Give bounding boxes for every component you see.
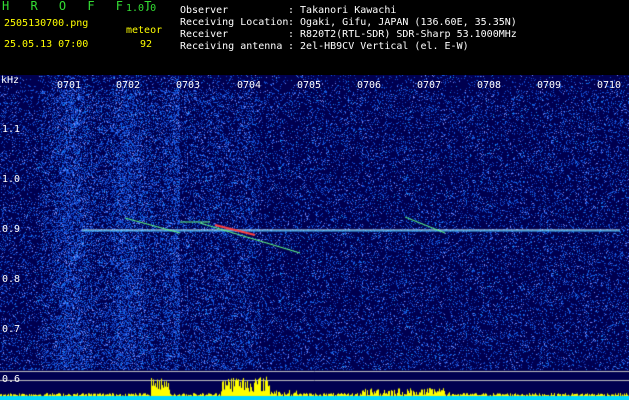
x-tick-label: 0708 — [477, 80, 502, 91]
x-tick-label: 0706 — [357, 80, 382, 91]
y-tick-label: 0.6 — [2, 374, 21, 385]
location-value: : Ogaki, Gifu, JAPAN (136.60E, 35.35N) — [288, 17, 517, 28]
x-tick-label: 0702 — [116, 80, 141, 91]
observer-value: : Takanori Kawachi — [288, 5, 397, 16]
receiver-value: : R820T2(RTL-SDR) SDR-Sharp 53.1000MHz — [288, 29, 517, 40]
x-tick-label: 0703 — [176, 80, 201, 91]
x-tick-label: 0709 — [537, 80, 562, 91]
x-tick-label: 0701 — [57, 80, 82, 91]
location-label: Receiving Location — [180, 17, 289, 28]
y-tick-label: 0.8 — [2, 274, 21, 285]
meteor-label: meteor — [126, 25, 163, 36]
y-tick-label: 1.1 — [2, 124, 21, 135]
meteor-count: 92 — [140, 39, 153, 50]
y-tick-label: 0.9 — [2, 224, 21, 235]
receiver-label: Receiver — [180, 29, 229, 40]
x-tick-label: 0704 — [237, 80, 262, 91]
app-version: 1.0.0 — [126, 3, 157, 14]
observer-label: Observer — [180, 5, 229, 16]
file-datetime: 25.05.13 07:00 — [4, 39, 89, 50]
antenna-value: : 2el-HB9CV Vertical (el. E-W) — [288, 41, 469, 52]
x-tick-label: 0707 — [417, 80, 442, 91]
y-tick-label: 1.0 — [2, 174, 21, 185]
y-unit-label: kHz — [1, 75, 20, 86]
file-name: 2505130700.png — [4, 18, 89, 29]
x-tick-label: 0710 — [597, 80, 622, 91]
antenna-label: Receiving antenna — [180, 41, 283, 52]
spectrogram-canvas — [0, 75, 629, 400]
x-tick-label: 0705 — [297, 80, 322, 91]
y-tick-label: 0.7 — [2, 324, 21, 335]
